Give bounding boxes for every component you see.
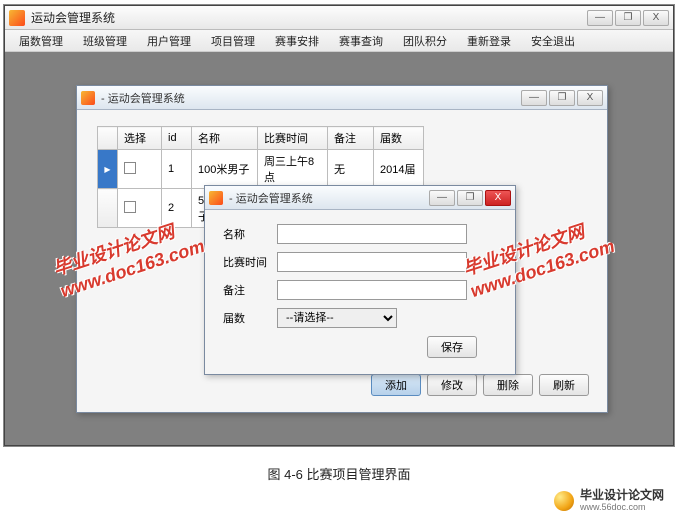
footer-url: www.56doc.com [580, 502, 664, 512]
main-window: 运动会管理系统 — ❐ X 届数管理 班级管理 用户管理 项目管理 赛事安排 赛… [4, 5, 674, 446]
col-select: 选择 [118, 127, 162, 150]
list-minimize-button[interactable]: — [521, 90, 547, 106]
dialog-title: - 运动会管理系统 [229, 190, 429, 206]
footer-brand: 毕业设计论文网 [580, 489, 664, 502]
list-maximize-button[interactable]: ❐ [549, 90, 575, 106]
time-field[interactable] [277, 252, 467, 272]
delete-button[interactable]: 删除 [483, 374, 533, 396]
dialog-maximize-button[interactable]: ❐ [457, 190, 483, 206]
save-button[interactable]: 保存 [427, 336, 477, 358]
menu-query[interactable]: 赛事查询 [329, 31, 393, 51]
list-close-button[interactable]: X [577, 90, 603, 106]
menu-score[interactable]: 团队积分 [393, 31, 457, 51]
menu-schedule[interactable]: 赛事安排 [265, 31, 329, 51]
minimize-button[interactable]: — [587, 10, 613, 26]
label-name: 名称 [223, 226, 277, 242]
edit-dialog: - 运动会管理系统 — ❐ X 名称 比赛时间 备注 届数 [204, 185, 516, 375]
name-field[interactable] [277, 224, 467, 244]
dialog-titlebar: - 运动会管理系统 — ❐ X [205, 186, 515, 210]
logo-icon [554, 491, 574, 511]
bottom-toolbar: 添加 修改 删除 刷新 [371, 374, 589, 396]
menu-project[interactable]: 项目管理 [201, 31, 265, 51]
col-id: id [162, 127, 192, 150]
app-icon [209, 191, 223, 205]
refresh-button[interactable]: 刷新 [539, 374, 589, 396]
dialog-close-button[interactable]: X [485, 190, 511, 206]
menu-class[interactable]: 班级管理 [73, 31, 137, 51]
figure-caption: 图 4-6 比赛项目管理界面 [0, 464, 678, 483]
remark-field[interactable] [277, 280, 467, 300]
list-titlebar: - 运动会管理系统 — ❐ X [77, 86, 607, 110]
app-icon [81, 91, 95, 105]
main-title: 运动会管理系统 [31, 9, 587, 26]
maximize-button[interactable]: ❐ [615, 10, 641, 26]
main-titlebar: 运动会管理系统 — ❐ X [5, 6, 673, 30]
add-button[interactable]: 添加 [371, 374, 421, 396]
menu-relogin[interactable]: 重新登录 [457, 31, 521, 51]
label-session: 届数 [223, 310, 277, 326]
row-checkbox[interactable] [124, 201, 136, 213]
menubar: 届数管理 班级管理 用户管理 项目管理 赛事安排 赛事查询 团队积分 重新登录 … [5, 30, 673, 52]
app-icon [9, 10, 25, 26]
close-button[interactable]: X [643, 10, 669, 26]
col-remark: 备注 [328, 127, 374, 150]
label-time: 比赛时间 [223, 254, 277, 270]
table-row[interactable]: 1 100米男子 周三上午8点 无 2014届 [98, 150, 424, 189]
row-checkbox[interactable] [124, 162, 136, 174]
col-name: 名称 [192, 127, 258, 150]
menu-exit[interactable]: 安全退出 [521, 31, 585, 51]
session-select[interactable]: --请选择-- [277, 308, 397, 328]
footer-logo: 毕业设计论文网 www.56doc.com [554, 489, 664, 512]
dialog-minimize-button[interactable]: — [429, 190, 455, 206]
col-time: 比赛时间 [258, 127, 328, 150]
col-session: 届数 [374, 127, 424, 150]
menu-user[interactable]: 用户管理 [137, 31, 201, 51]
menu-session[interactable]: 届数管理 [9, 31, 73, 51]
label-remark: 备注 [223, 282, 277, 298]
list-title: - 运动会管理系统 [101, 90, 521, 106]
edit-button[interactable]: 修改 [427, 374, 477, 396]
